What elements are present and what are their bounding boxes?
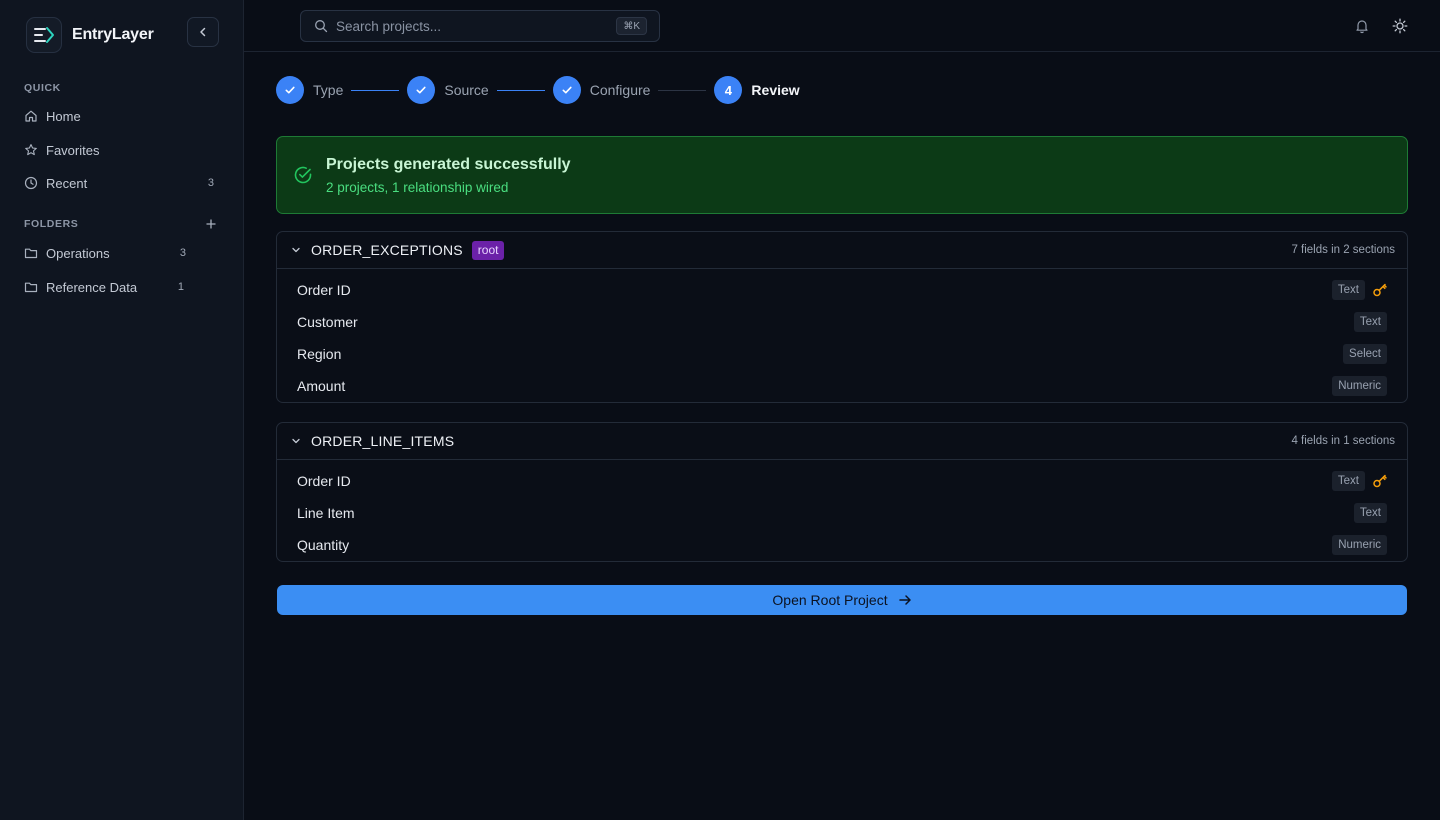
sidebar-item-count: 3 [207,177,214,189]
step-label-review: Review [751,82,800,98]
field-type-badge: Numeric [1332,535,1387,555]
field-row: Order ID Text [277,465,1407,497]
project-card-order-line-items: ORDER_LINE_ITEMS 4 fields in 1 sections … [276,422,1408,562]
step-review-number[interactable]: 4 [714,76,743,104]
banner-title: Projects generated successfully [326,156,571,173]
success-banner: Projects generated successfully 2 projec… [276,136,1408,214]
step-connector [496,89,545,91]
logo[interactable] [26,17,62,53]
sidebar-item-label: Recent [46,175,88,191]
root-badge: root [471,240,505,260]
notifications-button[interactable] [1352,16,1372,36]
field-name: Region [297,346,342,362]
chevron-down-icon [292,438,300,444]
sidebar-item-label: Home [46,108,81,124]
folder-icon [24,248,38,259]
sidebar-item-home[interactable]: Home [16,102,228,130]
folder-icon [24,282,38,293]
banner-subtitle: 2 projects, 1 relationship wired [326,180,509,195]
star-icon [25,144,37,156]
field-list: Order ID Text Customer Text Region Selec… [277,269,1407,402]
logo-icon [34,27,54,43]
home-icon [25,110,37,122]
field-row: Amount Numeric [277,370,1407,402]
step-connector [351,89,400,91]
field-row: Order ID Text [277,274,1407,306]
top-bar: ⌘K [244,0,1440,52]
field-name: Order ID [297,282,351,298]
add-folder-button[interactable] [203,216,219,232]
sidebar-folder-count: 1 [177,281,184,293]
sidebar-folder-label: Reference Data [46,279,138,295]
open-root-project-button[interactable]: Open Root Project [277,585,1407,615]
project-name: ORDER_EXCEPTIONS [311,242,463,258]
project-card-order-exceptions: ORDER_EXCEPTIONS root 7 fields in 2 sect… [276,231,1408,403]
check-icon [416,86,426,94]
chevron-left-icon [200,27,206,37]
field-type-badge: Text [1331,471,1365,491]
step-source-check[interactable] [407,76,436,104]
bell-icon [1356,20,1368,34]
sidebar-folder-label: Operations [46,245,110,261]
field-type-badge: Text [1353,503,1387,523]
sidebar-item-recent[interactable]: Recent 3 [16,169,228,197]
field-name: Amount [297,378,346,394]
step-type-check[interactable] [276,76,304,104]
step-label-source: Source [444,82,489,98]
theme-toggle-button[interactable] [1390,16,1410,36]
field-name: Order ID [297,473,351,489]
chevron-down-icon [292,247,300,253]
check-icon [562,86,572,94]
field-name: Quantity [297,537,350,553]
clock-icon [24,176,38,190]
brand-name: EntryLayer [72,26,154,43]
search-shortcut-badge: ⌘K [616,17,647,35]
project-card-header[interactable]: ORDER_EXCEPTIONS root 7 fields in 2 sect… [277,232,1407,269]
sidebar: EntryLayer QUICK Home Favorites Recent 3… [0,0,244,820]
field-type-badge: Numeric [1332,376,1387,396]
wizard-stepper: Type Source Configure 4 Review [276,76,800,104]
key-icon [1373,283,1387,297]
sidebar-item-label: Favorites [46,142,100,158]
arrow-right-icon [898,595,911,605]
folders-section-label: FOLDERS [24,218,79,230]
field-type-badge: Text [1353,312,1387,332]
sun-icon [1392,18,1408,34]
sidebar-item-favorites[interactable]: Favorites [16,136,228,164]
field-type-badge: Text [1331,280,1365,300]
step-label-type: Type [313,82,344,98]
field-name: Customer [297,314,358,330]
field-name: Line Item [297,505,355,521]
sidebar-folder-reference-data[interactable]: Reference Data 1 [16,273,228,301]
collapse-sidebar-button[interactable] [187,17,219,47]
field-row: Customer Text [277,306,1407,338]
sidebar-folder-operations[interactable]: Operations 3 [16,239,228,267]
key-icon [1373,474,1387,488]
project-card-header[interactable]: ORDER_LINE_ITEMS 4 fields in 1 sections [277,423,1407,460]
plus-icon [206,219,216,229]
search-box[interactable]: ⌘K [300,10,660,42]
field-type-badge: Select [1343,344,1387,364]
field-row: Line Item Text [277,497,1407,529]
open-root-project-label: Open Root Project [772,592,888,608]
project-meta: 4 fields in 1 sections [1291,435,1395,447]
quick-section-label: QUICK [24,82,61,94]
check-circle-icon [294,166,312,184]
field-list: Order ID Text Line Item Text Quantity Nu… [277,460,1407,561]
sidebar-folder-count: 3 [179,247,186,259]
step-configure-check[interactable] [552,76,581,104]
field-row: Quantity Numeric [277,529,1407,561]
step-label-configure: Configure [589,82,651,98]
field-row: Region Select [277,338,1407,370]
search-icon [315,20,328,33]
step-connector [658,89,707,91]
search-input[interactable] [336,18,606,34]
project-name: ORDER_LINE_ITEMS [311,433,455,449]
project-meta: 7 fields in 2 sections [1291,244,1395,256]
check-icon [285,86,295,94]
